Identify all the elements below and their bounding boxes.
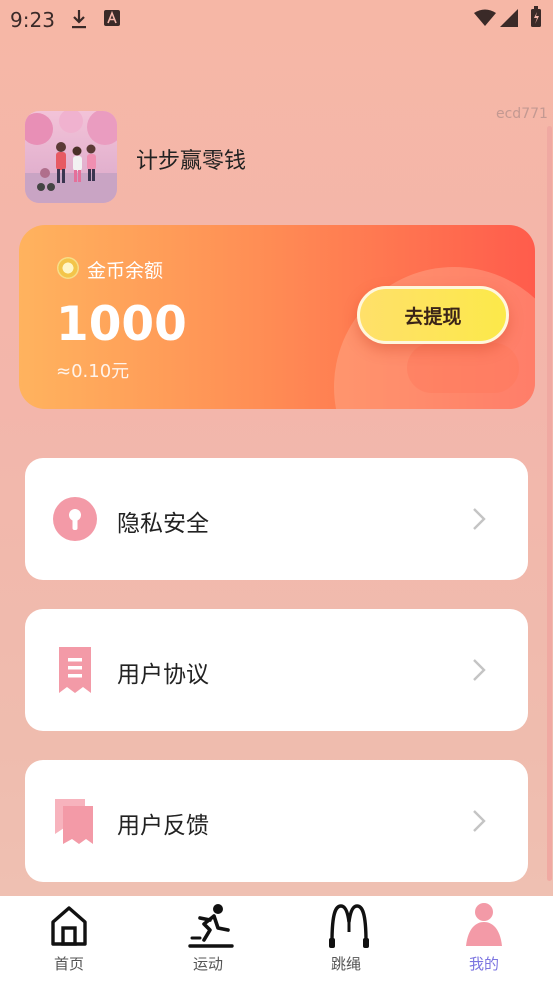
profile-icon xyxy=(466,903,502,946)
menu-item-label: 用户协议 xyxy=(117,662,209,688)
running-icon xyxy=(188,904,234,948)
coin-balance-amount: 1000 xyxy=(56,297,187,352)
coin-balance-card: 金币余额 1000 ≈0.10元 去提现 xyxy=(19,225,535,409)
coin-icon xyxy=(57,257,79,279)
document-icon xyxy=(59,647,91,693)
app-name: 计步赢零钱 xyxy=(136,149,247,174)
download-icon xyxy=(72,10,86,29)
signal-icon xyxy=(500,9,518,27)
app-avatar[interactable] xyxy=(25,111,117,203)
battery-icon xyxy=(531,6,541,27)
menu-item-label: 用户反馈 xyxy=(117,813,209,839)
nav-tab-home[interactable]: 首页 xyxy=(19,896,119,984)
nav-tab-label: 我的 xyxy=(468,955,499,973)
bottom-navigation: 首页 运动 跳绳 我的 xyxy=(0,896,553,984)
nav-tab-mine[interactable]: 我的 xyxy=(434,896,534,984)
chevron-right-icon xyxy=(473,659,486,681)
app-notification-icon xyxy=(104,10,120,26)
wifi-icon xyxy=(474,9,496,26)
scrollbar[interactable] xyxy=(547,126,552,881)
menu-item-user-agreement[interactable]: 用户协议 xyxy=(25,609,528,731)
nav-tab-label: 首页 xyxy=(53,955,84,973)
home-icon xyxy=(51,906,87,946)
withdraw-button[interactable]: 去提现 xyxy=(357,286,509,344)
chevron-right-icon xyxy=(473,810,486,832)
coin-cash-value: ≈0.10元 xyxy=(56,361,130,382)
lock-icon xyxy=(53,497,97,541)
menu-item-label: 隐私安全 xyxy=(117,511,209,537)
avatar-illustration xyxy=(25,111,117,203)
chevron-right-icon xyxy=(473,508,486,530)
nav-tab-jump-rope[interactable]: 跳绳 xyxy=(296,896,396,984)
jump-rope-icon xyxy=(329,904,369,948)
card-decoration-small xyxy=(407,343,519,393)
nav-tab-label: 跳绳 xyxy=(330,955,361,973)
coin-balance-label: 金币余额 xyxy=(87,260,164,282)
feedback-icon xyxy=(55,799,93,844)
nav-tab-exercise[interactable]: 运动 xyxy=(158,896,258,984)
nav-tab-label: 运动 xyxy=(192,955,223,973)
menu-item-user-feedback[interactable]: 用户反馈 xyxy=(25,760,528,882)
menu-item-privacy-security[interactable]: 隐私安全 xyxy=(25,458,528,580)
status-time: 9:23 xyxy=(10,8,55,32)
status-bar: 9:23 xyxy=(0,0,553,38)
watermark-text: ecd771 xyxy=(496,106,548,122)
